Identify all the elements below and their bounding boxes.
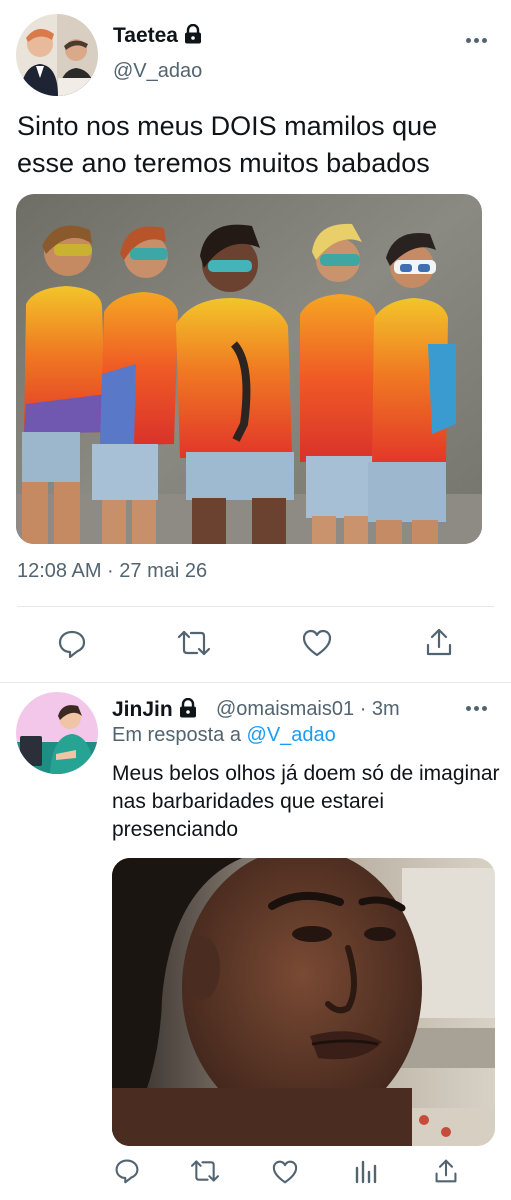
reply-display-name[interactable]: JinJin [112, 698, 197, 722]
lock-icon [179, 698, 196, 718]
reply-time[interactable]: · 3m [360, 698, 400, 720]
divider [17, 606, 494, 607]
reply-handle-row: @omaismais01 · 3m [216, 698, 400, 721]
reply-image[interactable] [112, 858, 495, 1146]
reply-icon[interactable] [57, 629, 87, 659]
more-horizontal-icon[interactable] [466, 704, 490, 712]
reply-icon[interactable] [114, 1158, 140, 1184]
reply-prefix: Em resposta a [112, 724, 241, 746]
reply-context: Em resposta a @V_adao [112, 724, 336, 747]
tweet-text: Sinto nos meus DOIS mamilos que esse ano… [17, 111, 438, 178]
heart-icon[interactable] [272, 1160, 298, 1184]
main-tweet: Taetea @V_adao Sinto nos meus DOIS mamil… [0, 0, 511, 680]
section-divider [0, 682, 511, 683]
reply-avatar[interactable] [16, 692, 98, 774]
tweet-image[interactable] [16, 194, 482, 544]
share-icon[interactable] [425, 627, 453, 657]
display-name-text[interactable]: Taetea [113, 24, 178, 47]
share-icon[interactable] [434, 1157, 458, 1185]
timestamp[interactable]: 12:08 AM · 27 mai 26 [17, 560, 207, 583]
analytics-icon[interactable] [354, 1158, 378, 1184]
reply-display-name-text[interactable]: JinJin [112, 698, 173, 721]
more-horizontal-icon[interactable] [466, 36, 490, 44]
reply-handle[interactable]: @omaismais01 [216, 698, 354, 720]
handle[interactable]: @V_adao [113, 60, 202, 83]
lock-icon [184, 24, 201, 44]
display-name[interactable]: Taetea [113, 24, 202, 48]
reply-text: Meus belos olhos já doem só de imaginar … [112, 762, 500, 841]
heart-icon[interactable] [302, 629, 332, 657]
reply-mention-link[interactable]: @V_adao [247, 724, 336, 746]
retweet-icon[interactable] [177, 628, 211, 658]
retweet-icon[interactable] [190, 1158, 220, 1184]
avatar[interactable] [16, 14, 98, 96]
